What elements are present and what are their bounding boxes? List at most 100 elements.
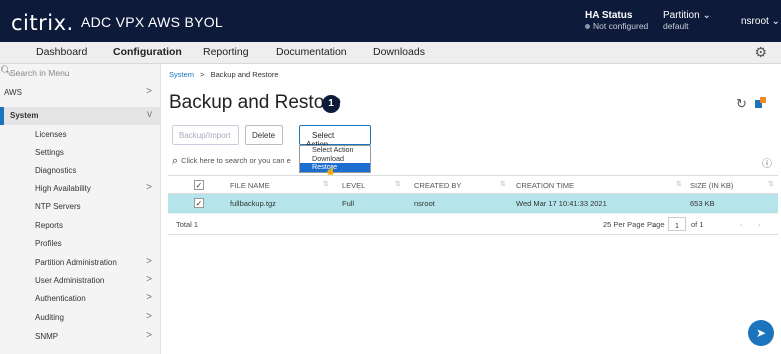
sidebar-item-label: User Administration — [35, 276, 105, 285]
sidebar-item-authentication[interactable]: Authentication > — [0, 290, 160, 308]
navigate-icon[interactable]: ➤ — [748, 320, 774, 346]
col-level[interactable]: LEVEL — [342, 181, 365, 190]
chevron-right-icon: > — [146, 274, 152, 285]
cell-level: Full — [342, 199, 355, 208]
sidebar-item-diagnostics[interactable]: Diagnostics — [0, 162, 160, 180]
chevron-down-icon: ⌄ — [702, 10, 711, 21]
breadcrumb-current: Backup and Restore — [210, 70, 279, 79]
partition-selector[interactable]: Partition ⌄ default — [663, 10, 711, 32]
col-created-by[interactable]: CREATED BY — [414, 181, 461, 190]
search-icon: ⌕ — [172, 155, 179, 167]
page-title: Backup and Restore — [169, 92, 342, 113]
citrix-logo: citrix. — [11, 11, 74, 35]
cell-created-by: nsroot — [414, 199, 435, 208]
page-total: of 1 — [691, 220, 704, 229]
ha-status-label: HA Status — [585, 10, 633, 21]
ha-status-value: Not configured — [593, 21, 649, 31]
sidebar-item-reports[interactable]: Reports — [0, 217, 160, 235]
help-tool-icon[interactable] — [754, 96, 767, 109]
main-nav: Dashboard Configuration Reporting Docume… — [0, 42, 781, 64]
sidebar-item-label: Licenses — [35, 130, 67, 139]
sidebar-item-label: Auditing — [35, 313, 64, 322]
total-count: Total 1 — [176, 220, 199, 229]
page-label: Page — [647, 220, 665, 229]
chevron-right-icon: > — [146, 256, 152, 267]
partition-label: Partition — [663, 10, 700, 21]
table-header: ✓ FILE NAME ⇅ LEVEL ⇅ CREATED BY ⇅ CREAT… — [168, 175, 778, 194]
backup-import-button[interactable]: Backup/Import — [172, 125, 239, 145]
delete-button[interactable]: Delete — [245, 125, 283, 145]
table-row[interactable]: ✓ fullbackup.tgz Full nsroot Wed Mar 17 … — [168, 194, 778, 213]
sidebar-item-label: System — [10, 111, 39, 120]
tab-downloads[interactable]: Downloads — [373, 46, 425, 58]
menu-search-input[interactable]: 🔍︎ Search in Menu — [0, 64, 160, 82]
sidebar-item-settings[interactable]: Settings — [0, 144, 160, 162]
user-menu[interactable]: nsroot ⌄ — [741, 16, 780, 27]
sidebar-item-label: AWS — [4, 88, 22, 97]
row-checkbox[interactable]: ✓ — [194, 198, 204, 208]
app-title: ADC VPX AWS BYOL — [81, 14, 223, 30]
tab-configuration[interactable]: Configuration — [113, 46, 182, 58]
sort-icon[interactable]: ⇅ — [323, 180, 329, 188]
sidebar-item-licenses[interactable]: Licenses — [0, 126, 160, 144]
sidebar-item-auditing[interactable]: Auditing > — [0, 309, 160, 327]
sidebar-item-label: NTP Servers — [35, 202, 81, 211]
sidebar-item-label: Diagnostics — [35, 166, 77, 175]
col-creation-time[interactable]: CREATION TIME — [516, 181, 574, 190]
per-page-value: 25 Per Page — [603, 220, 645, 229]
page-number-input[interactable]: 1 — [668, 217, 686, 231]
menu-search-placeholder: Search in Menu — [10, 68, 70, 78]
sidebar-item-ntp-servers[interactable]: NTP Servers — [0, 198, 160, 216]
chevron-right-icon: > — [146, 292, 152, 303]
prev-page-icon[interactable]: ‹ — [740, 217, 743, 231]
col-file-name[interactable]: FILE NAME — [230, 181, 270, 190]
col-size[interactable]: SIZE (IN KB) — [690, 181, 733, 190]
table-search-input[interactable]: ⌕ Click here to search or you can e — [172, 155, 291, 168]
sidebar-item-system[interactable]: System v — [0, 107, 160, 125]
sidebar-item-profiles[interactable]: Profiles — [0, 235, 160, 253]
breadcrumb: System > Backup and Restore — [169, 70, 279, 79]
gear-icon[interactable]: ⚙ — [754, 44, 767, 61]
sort-icon[interactable]: ⇅ — [676, 180, 682, 188]
search-icon: 🔍︎ — [0, 66, 13, 77]
refresh-icon[interactable]: ↻ — [736, 96, 747, 112]
chevron-down-icon: v — [147, 109, 152, 120]
sort-icon[interactable]: ⇅ — [768, 180, 774, 188]
user-name: nsroot — [741, 16, 769, 27]
sidebar-item-label: High Availability — [35, 184, 91, 193]
cell-size: 653 KB — [690, 199, 715, 208]
tab-dashboard[interactable]: Dashboard — [36, 46, 87, 58]
select-action-dropdown[interactable]: Select Action⌄ — [299, 125, 371, 149]
ha-status[interactable]: HA Status Not configured — [585, 10, 648, 32]
sort-icon[interactable]: ⇅ — [500, 180, 506, 188]
sort-icon[interactable]: ⇅ — [395, 180, 401, 188]
info-icon[interactable]: ⓘ — [762, 155, 772, 170]
partition-value: default — [663, 21, 689, 31]
sidebar-item-user-administration[interactable]: User Administration > — [0, 272, 160, 290]
tab-documentation[interactable]: Documentation — [276, 46, 347, 58]
chevron-right-icon: > — [146, 182, 152, 193]
sidebar-item-aws[interactable]: AWS > — [0, 84, 160, 102]
sidebar-item-label: Reports — [35, 221, 64, 230]
tab-reporting[interactable]: Reporting — [203, 46, 249, 58]
select-all-checkbox[interactable]: ✓ — [194, 180, 204, 190]
top-bar: citrix. ADC VPX AWS BYOL HA Status Not c… — [0, 0, 781, 42]
sidebar-item-label: Partition Administration — [35, 258, 117, 267]
cell-file-name: fullbackup.tgz — [230, 199, 276, 208]
sidebar-item-high-availability[interactable]: High Availability > — [0, 180, 160, 198]
cell-creation-time: Wed Mar 17 10:41:33 2021 — [516, 199, 607, 208]
sidebar-item-label: Settings — [35, 148, 64, 157]
table-search-placeholder: Click here to search or you can e — [181, 156, 291, 165]
breadcrumb-system-link[interactable]: System — [169, 70, 194, 79]
status-dot-icon — [585, 24, 590, 30]
sidebar: 🔍︎ Search in Menu AWS > System v License… — [0, 64, 161, 354]
chevron-right-icon: > — [146, 86, 152, 97]
active-indicator — [0, 107, 4, 125]
table-footer: Total 1 25 Per Page ⌄ Page 1 of 1 ‹ › — [168, 213, 778, 235]
sidebar-item-partition-administration[interactable]: Partition Administration > — [0, 254, 160, 272]
sidebar-item-label: Profiles — [35, 239, 62, 248]
breadcrumb-separator: > — [200, 70, 205, 79]
next-page-icon[interactable]: › — [758, 217, 761, 231]
sidebar-item-snmp[interactable]: SNMP > — [0, 328, 160, 346]
sidebar-item-label: Authentication — [35, 294, 86, 303]
